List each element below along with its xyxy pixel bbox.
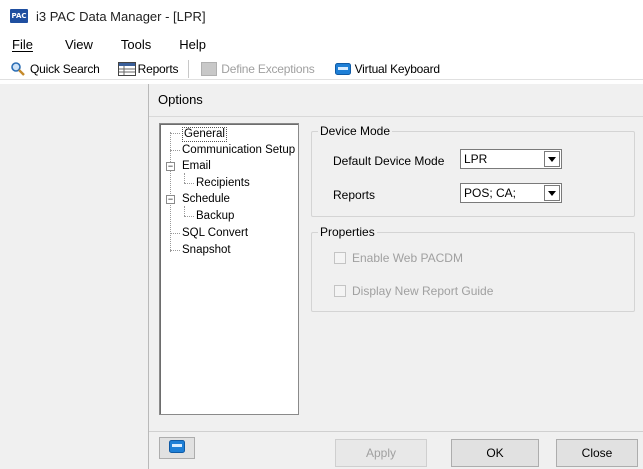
tree-expand-email[interactable]: − <box>166 162 175 171</box>
tree-branch <box>170 133 180 134</box>
magnifier-icon <box>10 61 26 76</box>
menu-file[interactable]: File <box>12 37 33 52</box>
tree-item-email[interactable]: Email <box>182 160 211 173</box>
reports-value: POS; CA; <box>464 186 517 200</box>
tree-expand-schedule[interactable]: − <box>166 195 175 204</box>
properties-group: Properties Enable Web PACDM Display New … <box>311 225 635 312</box>
tree-branch <box>170 233 180 234</box>
chevron-down-icon[interactable] <box>544 185 560 201</box>
title-bar: PAC i3 PAC Data Manager - [LPR] <box>0 0 643 32</box>
default-device-mode-select[interactable]: LPR <box>460 149 562 169</box>
device-mode-group: Device Mode Default Device Mode LPR Repo… <box>311 124 635 217</box>
quick-search-label: Quick Search <box>30 61 100 76</box>
tree-item-sql-convert[interactable]: SQL Convert <box>182 227 248 240</box>
virtual-keyboard-button[interactable]: Virtual Keyboard <box>331 59 444 79</box>
chevron-down-icon[interactable] <box>544 151 560 167</box>
reports-select[interactable]: POS; CA; <box>460 183 562 203</box>
report-grid-icon <box>117 61 136 76</box>
app-icon: PAC <box>10 9 28 23</box>
menu-view[interactable]: View <box>65 37 93 52</box>
options-dialog: Options General Communication Setup − Em… <box>148 84 643 469</box>
define-exceptions-label: Define Exceptions <box>221 61 315 76</box>
options-tree[interactable]: General Communication Setup − Email Reci… <box>159 123 299 415</box>
tree-branch <box>170 250 180 251</box>
keyboard-icon <box>169 440 185 456</box>
left-panel <box>0 84 149 469</box>
tree-child-line <box>184 173 185 183</box>
close-button[interactable]: Close <box>556 439 638 467</box>
virtual-keyboard-label: Virtual Keyboard <box>354 61 441 76</box>
dialog-title-divider <box>149 116 643 117</box>
toolbar: Quick Search Reports Define Exceptions V… <box>0 58 643 80</box>
display-new-report-guide-checkbox[interactable] <box>334 285 346 297</box>
reports-button[interactable]: Reports <box>114 59 183 79</box>
define-exceptions-button[interactable]: Define Exceptions <box>197 59 318 79</box>
menu-help[interactable]: Help <box>179 37 206 52</box>
enable-web-pacdm-checkbox[interactable] <box>334 252 346 264</box>
virtual-keyboard-dialog-button[interactable] <box>159 437 195 459</box>
display-new-report-guide-row[interactable]: Display New Report Guide <box>334 284 493 298</box>
tree-item-recipients[interactable]: Recipients <box>196 177 250 190</box>
exceptions-icon <box>201 61 218 76</box>
menu-bar: File View Tools Help <box>0 34 643 54</box>
quick-search-button[interactable]: Quick Search <box>6 59 104 79</box>
enable-web-pacdm-label: Enable Web PACDM <box>352 251 463 265</box>
default-device-mode-label: Default Device Mode <box>333 154 445 168</box>
toolbar-separator <box>188 59 190 78</box>
tree-item-general[interactable]: General <box>182 127 227 142</box>
tree-branch <box>170 150 180 151</box>
tree-item-snapshot[interactable]: Snapshot <box>182 244 231 257</box>
apply-button[interactable]: Apply <box>335 439 427 467</box>
tree-branch <box>184 183 194 184</box>
tree-child-line <box>184 206 185 216</box>
tree-branch <box>184 216 194 217</box>
properties-title: Properties <box>318 225 377 239</box>
dialog-title: Options <box>158 92 203 107</box>
reports-label: Reports <box>333 188 376 202</box>
device-mode-title: Device Mode <box>318 124 393 138</box>
tree-item-backup[interactable]: Backup <box>196 210 234 223</box>
keyboard-icon <box>334 62 351 76</box>
default-device-mode-value: LPR <box>464 152 488 166</box>
tree-item-communication-setup[interactable]: Communication Setup <box>182 144 295 157</box>
enable-web-pacdm-row[interactable]: Enable Web PACDM <box>334 251 463 265</box>
ok-button[interactable]: OK <box>451 439 539 467</box>
window-title: i3 PAC Data Manager - [LPR] <box>36 8 206 24</box>
menu-tools[interactable]: Tools <box>121 37 151 52</box>
display-new-report-guide-label: Display New Report Guide <box>352 284 494 298</box>
dialog-footer-divider <box>149 431 643 432</box>
reports-label: Reports <box>137 61 179 76</box>
tree-item-schedule[interactable]: Schedule <box>182 193 230 206</box>
